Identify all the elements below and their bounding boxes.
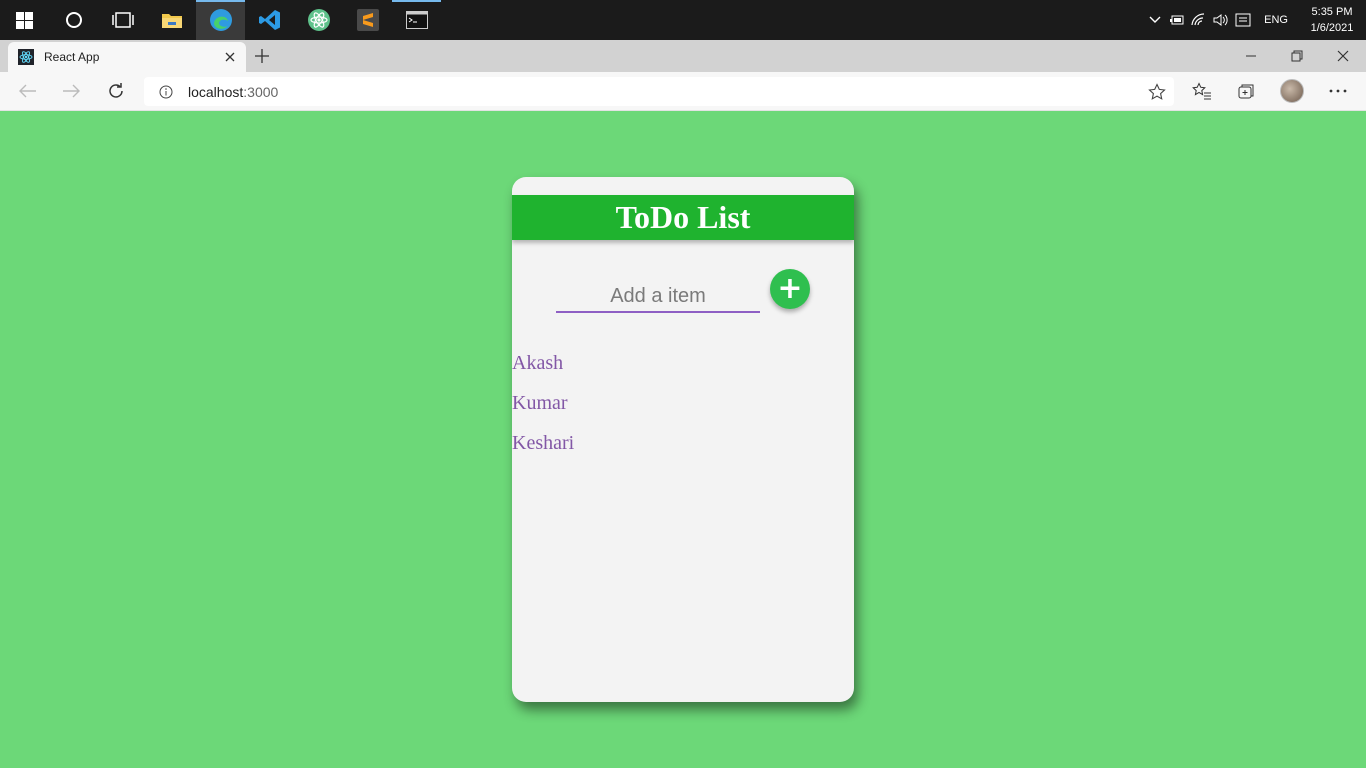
browser-toolbar: localhost:3000 <box>0 72 1366 111</box>
react-favicon-icon <box>18 49 34 65</box>
task-view-icon[interactable] <box>98 0 147 40</box>
minimize-icon[interactable] <box>1228 40 1274 72</box>
todo-header: ToDo List <box>512 195 854 240</box>
terminal-icon[interactable] <box>392 0 441 40</box>
page-title: ToDo List <box>615 199 751 235</box>
add-item-input[interactable] <box>556 281 760 313</box>
cortana-icon[interactable] <box>49 0 98 40</box>
collections-icon[interactable] <box>1234 79 1258 103</box>
tab-title: React App <box>44 50 100 64</box>
sublime-text-icon[interactable] <box>343 0 392 40</box>
todo-card: ToDo List + AkashKumarKeshari <box>512 177 854 702</box>
close-window-icon[interactable] <box>1320 40 1366 72</box>
start-icon[interactable] <box>0 0 49 40</box>
favorites-icon[interactable] <box>1190 79 1214 103</box>
file-explorer-icon[interactable] <box>147 0 196 40</box>
clock[interactable]: 5:35 PM 1/6/2021 <box>1298 4 1366 36</box>
browser-tab[interactable]: React App <box>8 42 246 72</box>
list-item[interactable]: Kumar <box>512 391 574 431</box>
forward-arrow-icon[interactable] <box>59 79 83 103</box>
url-host: localhost <box>188 83 244 100</box>
list-item[interactable]: Akash <box>512 351 574 391</box>
volume-icon[interactable] <box>1210 0 1232 40</box>
site-info-icon[interactable] <box>144 85 188 99</box>
more-options-icon[interactable] <box>1326 79 1350 103</box>
profile-avatar[interactable] <box>1280 79 1304 103</box>
language-indicator[interactable]: ENG <box>1254 14 1298 26</box>
clock-time: 5:35 PM <box>1311 6 1353 18</box>
refresh-icon[interactable] <box>104 79 128 103</box>
edge-icon[interactable] <box>196 0 245 40</box>
new-tab-icon[interactable] <box>252 46 272 66</box>
restore-icon[interactable] <box>1274 40 1320 72</box>
vscode-icon[interactable] <box>245 0 294 40</box>
list-item[interactable]: Keshari <box>512 431 574 471</box>
avatar-image <box>1280 79 1304 103</box>
action-center-icon[interactable] <box>1232 0 1254 40</box>
close-tab-icon[interactable] <box>222 49 238 65</box>
windows-taskbar: ENG 5:35 PM 1/6/2021 <box>0 0 1366 40</box>
atom-icon[interactable] <box>294 0 343 40</box>
system-tray: ENG 5:35 PM 1/6/2021 <box>1144 0 1366 40</box>
chevron-up-icon[interactable] <box>1144 0 1166 40</box>
favorite-star-icon[interactable] <box>1148 83 1166 104</box>
url-port: :3000 <box>243 83 279 100</box>
add-item-button[interactable]: + <box>770 269 810 309</box>
battery-icon[interactable] <box>1166 0 1188 40</box>
back-arrow-icon[interactable] <box>16 79 40 103</box>
clock-date: 1/6/2021 <box>1310 22 1354 34</box>
wifi-icon[interactable] <box>1188 0 1210 40</box>
browser-tab-bar: React App <box>0 40 1366 72</box>
todo-list: Akash Kumar Keshari <box>512 351 574 471</box>
address-bar[interactable]: localhost:3000 <box>144 77 1174 106</box>
